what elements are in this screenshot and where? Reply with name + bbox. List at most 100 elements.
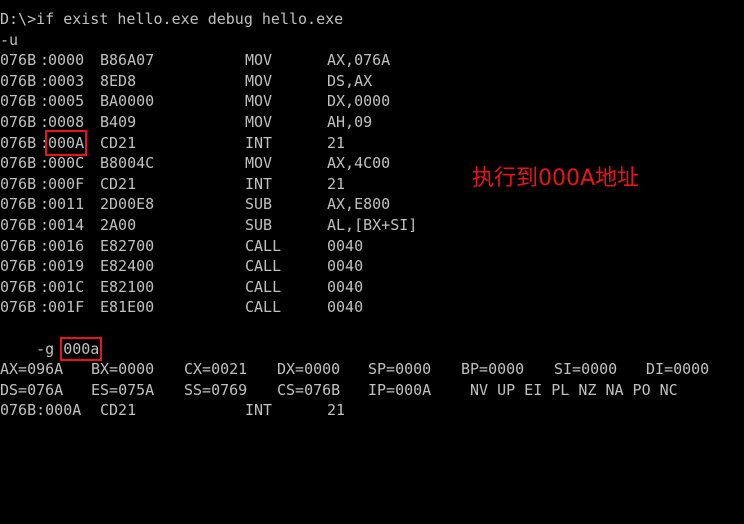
register-value: ES=075A <box>91 380 155 399</box>
mnemonic: MOV <box>245 92 273 111</box>
machine-code: 2D00E8 <box>100 195 155 214</box>
operands: AL,[BX+SI] <box>327 215 418 234</box>
offset-highlight: 000A <box>44 129 88 157</box>
mnemonic: SUB <box>245 195 273 214</box>
current-operand: 21 <box>327 401 346 420</box>
disasm-row: 076B:001C E82100 CALL 0040 <box>0 277 744 298</box>
segment: 076B <box>0 277 37 296</box>
segment: 076B <box>0 112 37 131</box>
current-instruction: 076B:000A CD21 INT 21 <box>0 400 744 421</box>
operands: 0040 <box>327 236 364 255</box>
offset: 0016 <box>48 236 85 255</box>
mnemonic: MOV <box>245 154 273 173</box>
segment: 076B <box>0 215 37 234</box>
register-value: DI=0000 <box>646 360 710 379</box>
offset: 0019 <box>48 257 85 276</box>
machine-code: 2A00 <box>100 215 137 234</box>
disasm-row: 076B:0008 B409 MOV AH,09 <box>0 112 744 133</box>
operands: 21 <box>327 174 346 193</box>
mnemonic: CALL <box>245 257 282 276</box>
segment: 076B <box>0 195 37 214</box>
machine-code: E81E00 <box>100 298 155 317</box>
dos-console[interactable]: D:\>if exist hello.exe debug hello.exe -… <box>0 9 744 421</box>
register-value: SP=0000 <box>368 360 432 379</box>
offset: 001C <box>48 277 85 296</box>
register-value: DS=076A <box>0 380 64 399</box>
segment: 076B <box>0 257 37 276</box>
machine-code: CD21 <box>100 133 137 152</box>
segment: 076B <box>0 298 37 317</box>
operands: AX,076A <box>327 51 391 70</box>
disasm-row: 076B:0016 E82700 CALL 0040 <box>0 236 744 257</box>
machine-code: BA0000 <box>100 92 155 111</box>
register-value: CS=076B <box>277 380 341 399</box>
machine-code: 8ED8 <box>100 71 137 90</box>
segment: 076B <box>0 154 37 173</box>
go-command-line: -g 000a <box>0 318 744 361</box>
operands: 0040 <box>327 257 364 276</box>
machine-code: B86A07 <box>100 51 155 70</box>
mnemonic: MOV <box>245 71 273 90</box>
register-value: BX=0000 <box>91 360 155 379</box>
offset: 000F <box>48 174 85 193</box>
segment: 076B <box>0 92 37 111</box>
annotation-label: 执行到000A地址 <box>472 166 640 191</box>
operands: AX,E800 <box>327 195 391 214</box>
segment: 076B <box>0 71 37 90</box>
mnemonic: SUB <box>245 215 273 234</box>
register-value: DX=0000 <box>277 360 341 379</box>
register-value: AX=096A <box>0 360 64 379</box>
machine-code: B8004C <box>100 154 155 173</box>
operands: AX,4C00 <box>327 154 391 173</box>
flags-register: NV UP EI PL NZ NA PO NC <box>470 380 678 399</box>
register-value: CX=0021 <box>184 360 248 379</box>
offset: 0000 <box>48 51 85 70</box>
current-hex: CD21 <box>100 401 137 420</box>
disasm-row: 076B:0014 2A00 SUB AL,[BX+SI] <box>0 215 744 236</box>
disasm-row: 076B:0003 8ED8 MOV DS,AX <box>0 71 744 92</box>
mnemonic: INT <box>245 133 273 152</box>
operands: AH,09 <box>327 112 373 131</box>
mnemonic: CALL <box>245 277 282 296</box>
offset: 0011 <box>48 195 85 214</box>
disasm-row: 076B:001F E81E00 CALL 0040 <box>0 297 744 318</box>
disasm-row: 076B:0005 BA0000 MOV DX,0000 <box>0 91 744 112</box>
operands: 0040 <box>327 298 364 317</box>
segment: 076B <box>0 51 37 70</box>
machine-code: E82700 <box>100 236 155 255</box>
go-command-prefix: -g <box>36 339 64 358</box>
segment: 076B <box>0 174 37 193</box>
machine-code: CD21 <box>100 174 137 193</box>
offset: 0003 <box>48 71 85 90</box>
operands: 21 <box>327 133 346 152</box>
disasm-row: 076B:0019 E82400 CALL 0040 <box>0 256 744 277</box>
machine-code: E82100 <box>100 277 155 296</box>
offset: 0014 <box>48 215 85 234</box>
mnemonic: MOV <box>245 51 273 70</box>
machine-code: B409 <box>100 112 137 131</box>
offset: 0005 <box>48 92 85 111</box>
register-value: SI=0000 <box>554 360 618 379</box>
operands: DX,0000 <box>327 92 391 111</box>
segment: 076B <box>0 133 37 152</box>
mnemonic: CALL <box>245 298 282 317</box>
mnemonic: INT <box>245 174 273 193</box>
disasm-row: 076B:0011 2D00E8 SUB AX,E800 <box>0 194 744 215</box>
offset: 001F <box>48 298 85 317</box>
mnemonic: MOV <box>245 112 273 131</box>
current-mnemonic: INT <box>245 401 273 420</box>
machine-code: E82400 <box>100 257 155 276</box>
register-value: IP=000A <box>368 380 432 399</box>
register-value: BP=0000 <box>461 360 525 379</box>
go-address-highlight: 000a <box>60 336 103 361</box>
disasm-row: 076B:0000 B86A07 MOV AX,076A <box>0 50 744 71</box>
register-value: SS=0769 <box>184 380 248 399</box>
operands: DS,AX <box>327 71 373 90</box>
register-row-2: IP=000A CS=076B SS=0769 ES=075A DS=076A NV U… <box>0 380 744 401</box>
current-address: 076B:000A <box>0 401 82 420</box>
mnemonic: CALL <box>245 236 282 255</box>
unassemble-command: -u <box>0 30 19 49</box>
offset: 000C <box>48 154 85 173</box>
operands: 0040 <box>327 277 364 296</box>
